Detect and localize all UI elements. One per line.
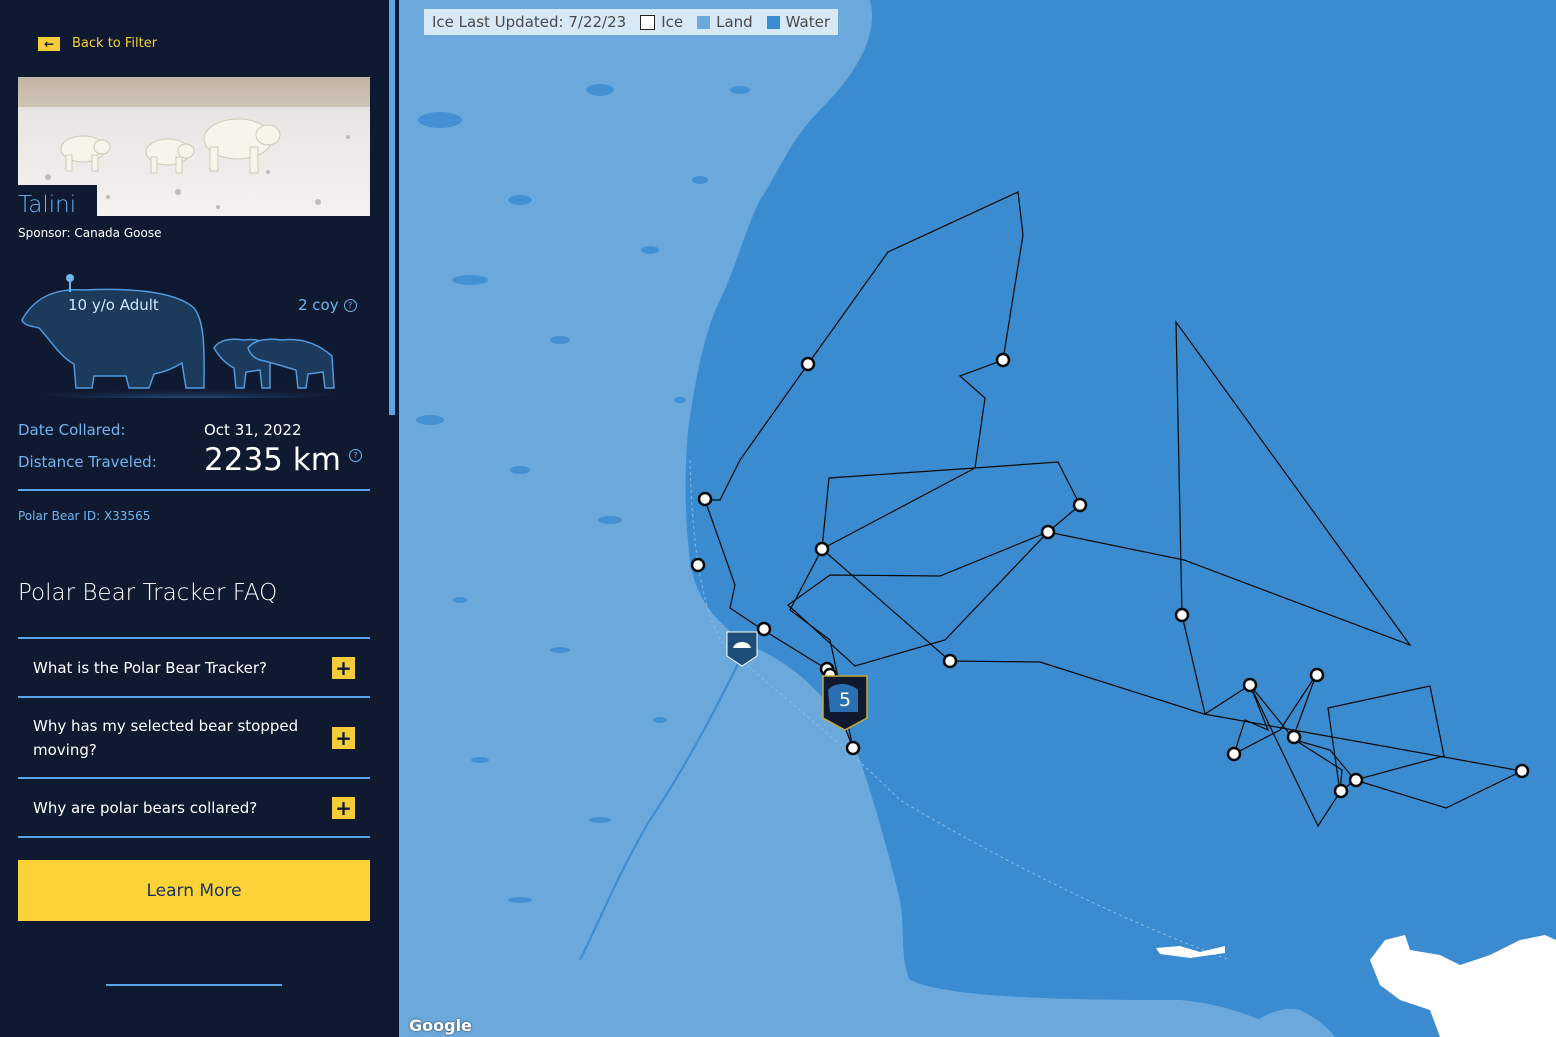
date-collared-value: Oct 31, 2022	[204, 421, 302, 439]
faq-item-stopped-moving[interactable]: Why has my selected bear stopped moving?…	[18, 714, 370, 762]
track-point[interactable]	[1226, 746, 1242, 762]
track-point[interactable]	[1514, 763, 1530, 779]
divider	[18, 777, 370, 779]
back-to-filter-label: Back to Filter	[72, 36, 158, 51]
legend-label-water: Water	[785, 13, 831, 31]
legend-label-land: Land	[716, 13, 753, 31]
bear-id: Polar Bear ID: X33565	[18, 509, 151, 523]
plus-icon[interactable]: +	[332, 727, 355, 749]
distance-display: 2235 km ?	[204, 442, 362, 478]
legend-swatch-ice	[640, 14, 656, 30]
track-point[interactable]	[1242, 677, 1258, 693]
faq-title: Polar Bear Tracker FAQ	[18, 580, 278, 606]
back-to-filter-link[interactable]: ← Back to Filter	[38, 36, 157, 51]
coy-label: 2 coy	[298, 296, 339, 314]
legend-label-ice: Ice	[661, 13, 684, 31]
track-point[interactable]	[690, 557, 706, 573]
track-point[interactable]	[845, 740, 861, 756]
track-point[interactable]	[756, 621, 772, 637]
bear-name: Talini	[18, 192, 77, 218]
divider	[18, 836, 370, 838]
track-point[interactable]	[942, 653, 958, 669]
help-icon[interactable]: ?	[348, 448, 362, 462]
help-icon[interactable]: ?	[343, 298, 357, 312]
google-logo: Google	[409, 1016, 472, 1035]
bear-silhouette-illustration	[19, 274, 359, 398]
track-point[interactable]	[1072, 497, 1088, 513]
cluster-marker[interactable]: 5	[822, 675, 868, 731]
legend-swatch-land	[697, 15, 711, 29]
track-point[interactable]	[1286, 729, 1302, 745]
arrow-left-icon: ←	[38, 36, 60, 51]
track-point[interactable]	[1174, 607, 1190, 623]
map-legend: Ice Last Updated: 7/22/23 Ice Land Water	[424, 9, 839, 35]
track-point[interactable]	[995, 352, 1011, 368]
faq-question: Why has my selected bear stopped moving?	[33, 717, 299, 759]
track-point[interactable]	[1348, 772, 1364, 788]
faq-item-what-is-tracker[interactable]: What is the Polar Bear Tracker? +	[18, 652, 370, 684]
cluster-count: 5	[839, 689, 851, 711]
sidebar: ← Back to Filter Talini Sponsor: Canada …	[0, 0, 399, 1037]
sponsor-text: Sponsor: Canada Goose	[18, 226, 162, 240]
divider	[18, 637, 370, 639]
legend-title: Ice Last Updated: 7/22/23	[432, 13, 627, 31]
distance-value: 2235 km	[204, 442, 341, 478]
track-point[interactable]	[814, 541, 830, 557]
faq-question: Why are polar bears collared?	[33, 799, 258, 817]
divider	[18, 489, 370, 491]
learn-more-button[interactable]: Learn More	[18, 860, 370, 921]
plus-icon[interactable]: +	[332, 657, 355, 679]
age-label: 10 y/o Adult	[68, 296, 159, 314]
legend-swatch-water	[766, 15, 780, 29]
sidebar-scrollbar[interactable]	[389, 0, 395, 415]
divider	[18, 696, 370, 698]
track-point[interactable]	[1333, 783, 1349, 799]
map[interactable]: 5	[399, 0, 1556, 1037]
track-point[interactable]	[800, 356, 816, 372]
date-collared-label: Date Collared:	[18, 421, 126, 439]
track-point[interactable]	[1040, 524, 1056, 540]
plus-icon[interactable]: +	[332, 797, 355, 819]
track-point[interactable]	[1309, 667, 1325, 683]
track-point[interactable]	[697, 491, 713, 507]
distance-label: Distance Traveled:	[18, 453, 157, 471]
coy-info: 2 coy ?	[298, 296, 357, 314]
faq-question: What is the Polar Bear Tracker?	[33, 659, 268, 677]
divider	[106, 984, 282, 986]
faq-item-why-collared[interactable]: Why are polar bears collared? +	[18, 792, 370, 824]
